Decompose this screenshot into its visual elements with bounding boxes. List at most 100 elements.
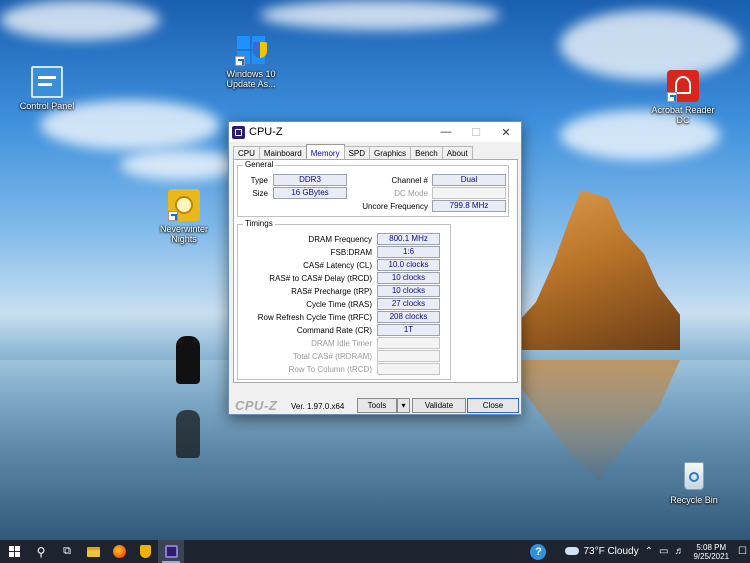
start-button[interactable] [0, 540, 28, 563]
speaker-icon: ♬ [674, 546, 685, 557]
control-panel-icon [31, 66, 63, 98]
timing-value: 208 clocks [377, 311, 440, 323]
cloud [0, 0, 160, 40]
shortcut-arrow-icon [235, 56, 245, 66]
folder-icon [86, 546, 100, 557]
timing-label: FSB:DRAM [330, 248, 372, 257]
timing-label: Command Rate (CR) [296, 326, 372, 335]
uncore-value: 799.8 MHz [432, 200, 506, 212]
clock[interactable]: 5:08 PM 9/25/2021 [687, 543, 735, 561]
notification-icon: ☐ [738, 546, 747, 557]
timings-group-title: Timings [243, 219, 275, 228]
show-hidden-icons-button[interactable]: ⌃ [642, 546, 656, 557]
window-title: CPU-Z [249, 126, 283, 138]
task-view-icon: ⧉ [63, 545, 71, 557]
timing-label: Total CAS# (tRDRAM) [292, 352, 372, 361]
weather-text: 73°F Cloudy [583, 546, 639, 557]
cpuz-taskbar-icon [164, 545, 178, 558]
desktop-icon-recycle-bin[interactable]: Recycle Bin [657, 460, 731, 505]
timing-value: 27 clocks [377, 298, 440, 310]
volume-button[interactable]: ♬ [671, 546, 687, 557]
uncore-label: Uncore Frequency [362, 202, 428, 211]
desktop-icon-control-panel[interactable]: Control Panel [10, 66, 84, 111]
cpuz-app-icon [232, 125, 245, 139]
chevron-up-icon: ⌃ [644, 546, 653, 557]
close-button[interactable]: Close [467, 398, 519, 413]
close-window-button[interactable]: ✕ [491, 122, 521, 142]
timing-label: DRAM Frequency [308, 235, 372, 244]
size-value: 16 GBytes [273, 187, 347, 199]
minimize-button[interactable]: — [431, 122, 461, 142]
dcmode-label: DC Mode [394, 189, 428, 198]
size-label: Size [252, 189, 268, 198]
windows-update-icon [235, 34, 267, 66]
timing-value: 10 clocks [377, 272, 440, 284]
desktop-icon-label: Windows 10 Update As... [226, 69, 276, 89]
tools-button[interactable]: Tools [357, 398, 397, 413]
memory-panel: General Type DDR3 Size 16 GBytes Channel… [233, 159, 518, 383]
validate-button[interactable]: Validate [412, 398, 466, 413]
search-button[interactable]: ⚲ [28, 540, 54, 563]
shield-icon [139, 545, 151, 558]
desktop-icon-label: Acrobat Reader DC [651, 105, 715, 125]
maximize-button[interactable]: ☐ [461, 122, 491, 142]
tab-graphics[interactable]: Graphics [369, 146, 412, 159]
desktop-icon-windows-update[interactable]: Windows 10 Update As... [214, 34, 288, 89]
cpuz-taskbar-button[interactable] [158, 540, 184, 563]
help-button[interactable]: ? [527, 543, 549, 560]
recycle-bin-icon [678, 460, 710, 492]
runner-reflection [176, 410, 200, 458]
security-app-button[interactable] [132, 540, 158, 563]
runner-silhouette [176, 336, 200, 384]
timing-label: CAS# Latency (CL) [303, 261, 372, 270]
search-icon: ⚲ [36, 544, 46, 559]
tab-bench[interactable]: Bench [410, 146, 443, 159]
network-icon: ▭ [658, 546, 669, 557]
timings-group: Timings DRAM Frequency 800.1 MHz FSB:DRAM 1… [237, 219, 451, 380]
tab-cpu[interactable]: CPU [233, 146, 260, 159]
network-button[interactable]: ▭ [656, 546, 671, 557]
type-label: Type [250, 176, 268, 185]
dcmode-value [432, 187, 506, 199]
clock-time: 5:08 PM [696, 542, 727, 552]
taskbar: ⚲ ⧉ ? 73°F Cloudy ⌃ ▭ ♬ 5:08 PM 9/25/202… [0, 540, 750, 563]
timing-value: 10 clocks [377, 285, 440, 297]
tab-spd[interactable]: SPD [343, 146, 371, 159]
timing-label: DRAM Idle Timer [311, 339, 372, 348]
cloud-icon [565, 547, 580, 556]
cpuz-brand-logo: CPU-Z [235, 398, 278, 413]
desktop-icon-acrobat[interactable]: Acrobat Reader DC [646, 70, 720, 125]
timing-label: Row Refresh Cycle Time (tRFC) [257, 313, 372, 322]
timing-value: 1:6 [377, 246, 440, 258]
general-group-title: General [243, 160, 276, 169]
desktop-icon-label: Control Panel [19, 101, 75, 111]
desktop-icon-label: Neverwinter Nights [159, 224, 208, 244]
shortcut-arrow-icon [667, 92, 677, 102]
title-bar[interactable]: CPU-Z — ☐ ✕ [229, 122, 521, 142]
tab-about[interactable]: About [441, 146, 473, 159]
cpuz-window[interactable]: CPU-Z — ☐ ✕ CPU Mainboard Memory SPD Gra… [228, 121, 522, 415]
weather-widget[interactable]: 73°F Cloudy [549, 546, 641, 557]
file-explorer-button[interactable] [80, 540, 106, 563]
general-group: General Type DDR3 Size 16 GBytes Channel… [237, 160, 509, 217]
tab-mainboard[interactable]: Mainboard [258, 146, 307, 159]
timing-label: RAS# to CAS# Delay (tRCD) [269, 274, 372, 283]
cloud [120, 150, 240, 180]
timing-value: 10.0 clocks [377, 259, 440, 271]
timing-value [377, 363, 440, 375]
acrobat-icon [667, 70, 699, 102]
timing-label: RAS# Precharge (tRP) [291, 287, 372, 296]
desktop-icon-neverwinter[interactable]: Neverwinter Nights [147, 189, 221, 244]
system-tray: ? 73°F Cloudy ⌃ ▭ ♬ 5:08 PM 9/25/2021 ☐ [527, 540, 750, 563]
task-view-button[interactable]: ⧉ [54, 540, 80, 563]
firefox-button[interactable] [106, 540, 132, 563]
firefox-icon [112, 545, 126, 558]
timing-label: Cycle Time (tRAS) [306, 300, 372, 309]
tools-dropdown-button[interactable]: ▾ [397, 398, 410, 413]
notifications-button[interactable]: ☐ [735, 546, 750, 557]
shortcut-arrow-icon [168, 211, 178, 221]
clock-date: 9/25/2021 [693, 551, 730, 561]
timing-value: 800.1 MHz [377, 233, 440, 245]
cloud [260, 0, 500, 30]
tab-memory[interactable]: Memory [305, 144, 345, 159]
